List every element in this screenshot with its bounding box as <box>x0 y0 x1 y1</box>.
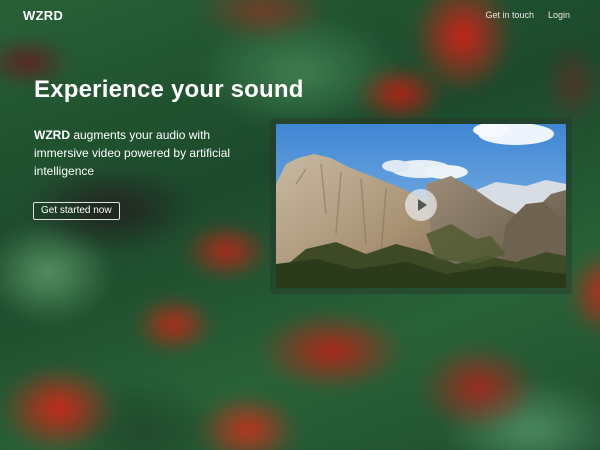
page: WZRD Get in touch Login Experience your … <box>0 0 600 450</box>
top-nav: Get in touch Login <box>485 10 570 20</box>
site-header: WZRD Get in touch Login <box>0 0 600 32</box>
nav-login[interactable]: Login <box>548 10 570 20</box>
nav-get-in-touch[interactable]: Get in touch <box>485 10 534 20</box>
hero-description-brand: WZRD <box>34 128 70 142</box>
play-icon <box>418 199 427 211</box>
play-button[interactable] <box>405 189 437 221</box>
hero-description: WZRD augments your audio with immersive … <box>34 126 249 180</box>
hero-title: Experience your sound <box>34 76 304 103</box>
logo[interactable]: WZRD <box>23 8 63 23</box>
get-started-button[interactable]: Get started now <box>33 202 120 220</box>
